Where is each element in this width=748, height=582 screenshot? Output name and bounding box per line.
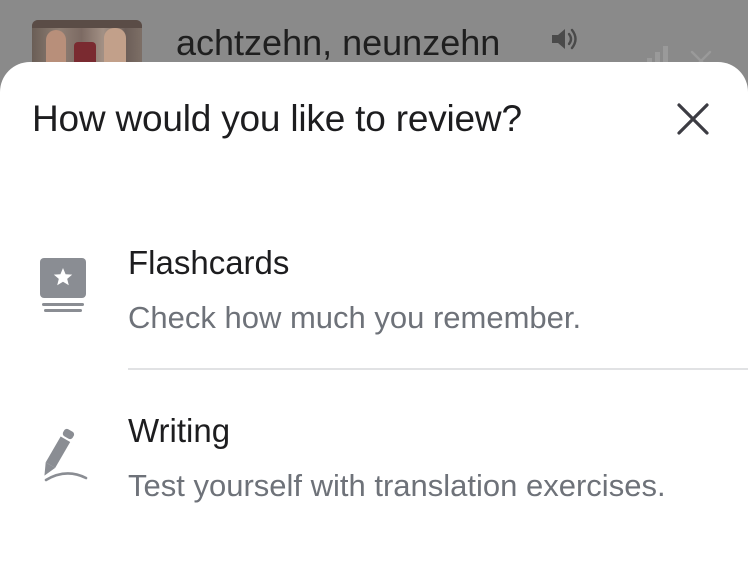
flashcard-star-icon [40, 258, 86, 312]
flashcards-description: Check how much you remember. [128, 300, 582, 335]
option-divider [128, 368, 748, 370]
close-icon[interactable] [670, 96, 716, 142]
vocabulary-word: achtzehn, neunzehn [176, 22, 501, 63]
speaker-icon [552, 28, 577, 50]
review-mode-sheet: How would you like to review? Flashcards… [0, 62, 748, 582]
flashcards-title: Flashcards [128, 244, 290, 281]
pencil-icon [44, 428, 88, 482]
writing-title: Writing [128, 412, 231, 449]
writing-description: Test yourself with translation exercises… [128, 468, 666, 503]
writing-option[interactable]: Writing Test yourself with translation e… [0, 400, 748, 550]
flashcards-option[interactable]: Flashcards Check how much you remember. [0, 232, 748, 382]
sheet-title: How would you like to review? [32, 98, 522, 139]
